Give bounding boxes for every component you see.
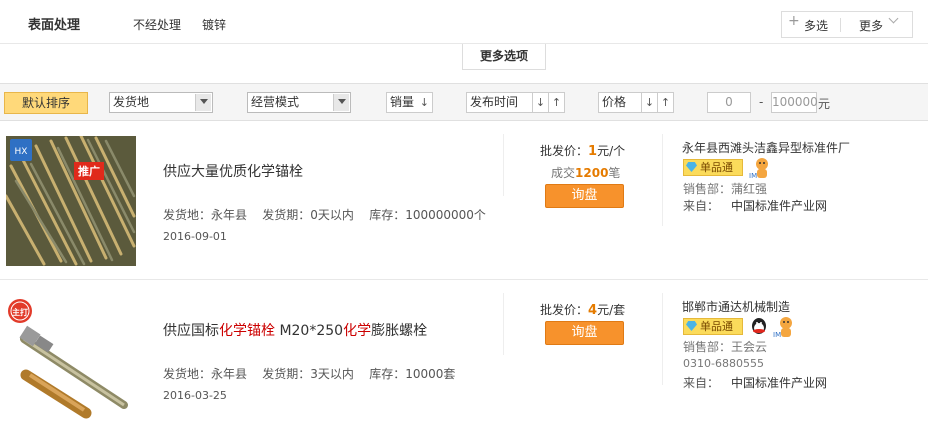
sort-bar: 默认排序 发货地 经营模式 销量 ↓ 发布时间 ↓ ↑ 价格 ↓ ↑ 0 - 1… [0, 83, 928, 121]
im-chat-icon[interactable]: IM [772, 315, 794, 339]
arrow-down-icon[interactable]: ↓ [532, 93, 548, 112]
ship-from: 发货地：永年县 [163, 367, 248, 381]
diamond-icon [686, 321, 697, 331]
lead-time: 发货期：3天以内 [262, 367, 354, 381]
filter-option-galvanized[interactable]: 镀锌 [202, 16, 226, 33]
plus-icon: + [788, 13, 800, 29]
divider [503, 293, 504, 355]
product-badge[interactable]: 单品通 [683, 318, 743, 335]
price-prefix: 批发价： [540, 303, 589, 317]
dropdown-arrow-icon [333, 94, 349, 111]
chevron-down-icon [888, 13, 899, 24]
svg-text:IM: IM [773, 331, 781, 339]
lead-time: 发货期：0天以内 [262, 208, 354, 222]
title-part: 膨胀螺栓 [371, 323, 428, 339]
product-meta: 发货地：永年县 发货期：0天以内 库存：100000000个 [163, 206, 486, 223]
product-meta: 发货地：永年县 发货期：3天以内 库存：10000套 [163, 365, 455, 382]
filter-option-untreated[interactable]: 不经处理 [133, 16, 181, 33]
im-chat-icon[interactable]: IM [748, 156, 770, 180]
wholesale-price: 批发价：4元/套 [540, 301, 625, 318]
deal-count: 成交1200笔 [551, 164, 620, 181]
company-name[interactable]: 邯郸市通达机械制造 [682, 298, 790, 315]
price-unit: 元/个 [597, 144, 626, 158]
title-part: 供应国标 [163, 323, 219, 339]
business-mode-select-label: 经营模式 [251, 95, 300, 109]
sort-default-button[interactable]: 默认排序 [4, 92, 88, 114]
badge-label: 单品通 [700, 320, 733, 333]
deal-unit: 笔 [608, 166, 621, 180]
source: 来自： 中国标准件产业网 [683, 374, 827, 391]
source-label: 来自： [683, 376, 720, 390]
promo-tag: 推广 [78, 164, 100, 178]
product-thumbnail[interactable]: 主打 [6, 293, 136, 423]
inquiry-button[interactable]: 询盘 [545, 321, 624, 345]
arrow-up-icon[interactable]: ↑ [548, 93, 564, 112]
listing-row: HX 推广 供应大量优质化学锚栓 发货地：永年县 发货期：0天以内 库存：100… [0, 122, 928, 280]
listing-row: 主打 供应国标化学锚栓 M20*250化学膨胀螺栓 发货地：永年县 发货期：3天… [0, 281, 928, 439]
source: 来自： 中国标准件产业网 [683, 197, 827, 214]
ship-from-select-label: 发货地 [113, 95, 150, 109]
qq-icon[interactable] [748, 316, 770, 336]
sort-sales-label: 销量 [390, 95, 415, 109]
multi-select-button[interactable]: 多选 [804, 17, 828, 34]
currency-label: 元 [818, 97, 831, 111]
title-part: M20*250 [275, 323, 344, 339]
wholesale-price: 批发价：1元/个 [540, 142, 625, 159]
sort-publish-time-button[interactable]: 发布时间 ↓ ↑ [466, 92, 565, 113]
divider [662, 134, 663, 226]
divider [503, 134, 504, 196]
thumb-logo: HX [15, 147, 28, 157]
svg-text:IM: IM [749, 172, 757, 180]
price-max-input[interactable]: 100000 [771, 92, 818, 113]
source-label: 来自： [683, 199, 720, 213]
publish-date: 2016-03-25 [163, 389, 227, 402]
price-unit: 元/套 [597, 303, 626, 317]
sort-price-button[interactable]: 价格 ↓ ↑ [598, 92, 674, 113]
price-min-input[interactable]: 0 [707, 92, 751, 113]
price-prefix: 批发价： [540, 144, 589, 158]
deal-prefix: 成交 [551, 166, 576, 180]
stock: 库存：100000000个 [369, 208, 486, 222]
phone-number: 0310-6880555 [683, 357, 764, 370]
sales-department: 销售部：王会云 [683, 340, 768, 354]
diamond-icon [686, 162, 697, 172]
sales-department: 销售部：蒲红强 [683, 182, 768, 196]
title-highlight: 化学锚栓 [219, 323, 275, 339]
deal-number: 1200 [575, 166, 609, 180]
divider [662, 293, 663, 385]
title-highlight: 化学 [343, 323, 372, 339]
publish-date: 2016-09-01 [163, 230, 227, 243]
thumb-stamp: 主打 [12, 307, 28, 317]
company-name[interactable]: 永年县西滩头洁鑫异型标准件厂 [682, 139, 850, 156]
sort-publish-time-label: 发布时间 [470, 95, 519, 109]
product-thumbnail[interactable]: HX 推广 [6, 136, 136, 266]
more-button[interactable]: 更多 [859, 17, 883, 34]
price-value: 1 [588, 144, 598, 159]
filter-actions: + 多选 更多 [781, 11, 913, 38]
source-value[interactable]: 中国标准件产业网 [731, 199, 827, 213]
more-options-button[interactable]: 更多选项 [462, 44, 546, 70]
sort-price-label: 价格 [602, 95, 627, 109]
arrow-down-icon[interactable]: ↓ [641, 93, 657, 112]
filter-title: 表面处理 [28, 18, 81, 33]
product-badge[interactable]: 单品通 [683, 159, 743, 176]
arrow-up-icon[interactable]: ↑ [657, 93, 673, 112]
inquiry-button[interactable]: 询盘 [545, 184, 624, 208]
divider [840, 18, 841, 32]
product-title[interactable]: 供应大量优质化学锚栓 [163, 161, 303, 181]
filter-row: 表面处理 不经处理 镀锌 + 多选 更多 [0, 0, 928, 44]
sort-sales-button[interactable]: 销量 ↓ [386, 92, 433, 113]
price-range-separator: - [759, 95, 764, 109]
business-mode-select[interactable]: 经营模式 [247, 92, 351, 113]
source-value[interactable]: 中国标准件产业网 [731, 376, 827, 390]
ship-from: 发货地：永年县 [163, 208, 248, 222]
product-title[interactable]: 供应国标化学锚栓 M20*250化学膨胀螺栓 [163, 320, 427, 340]
price-value: 4 [588, 303, 598, 318]
dropdown-arrow-icon [195, 94, 211, 111]
badge-label: 单品通 [700, 161, 733, 174]
stock: 库存：10000套 [369, 367, 456, 381]
ship-from-select[interactable]: 发货地 [109, 92, 213, 113]
arrow-down-icon: ↓ [419, 96, 429, 109]
